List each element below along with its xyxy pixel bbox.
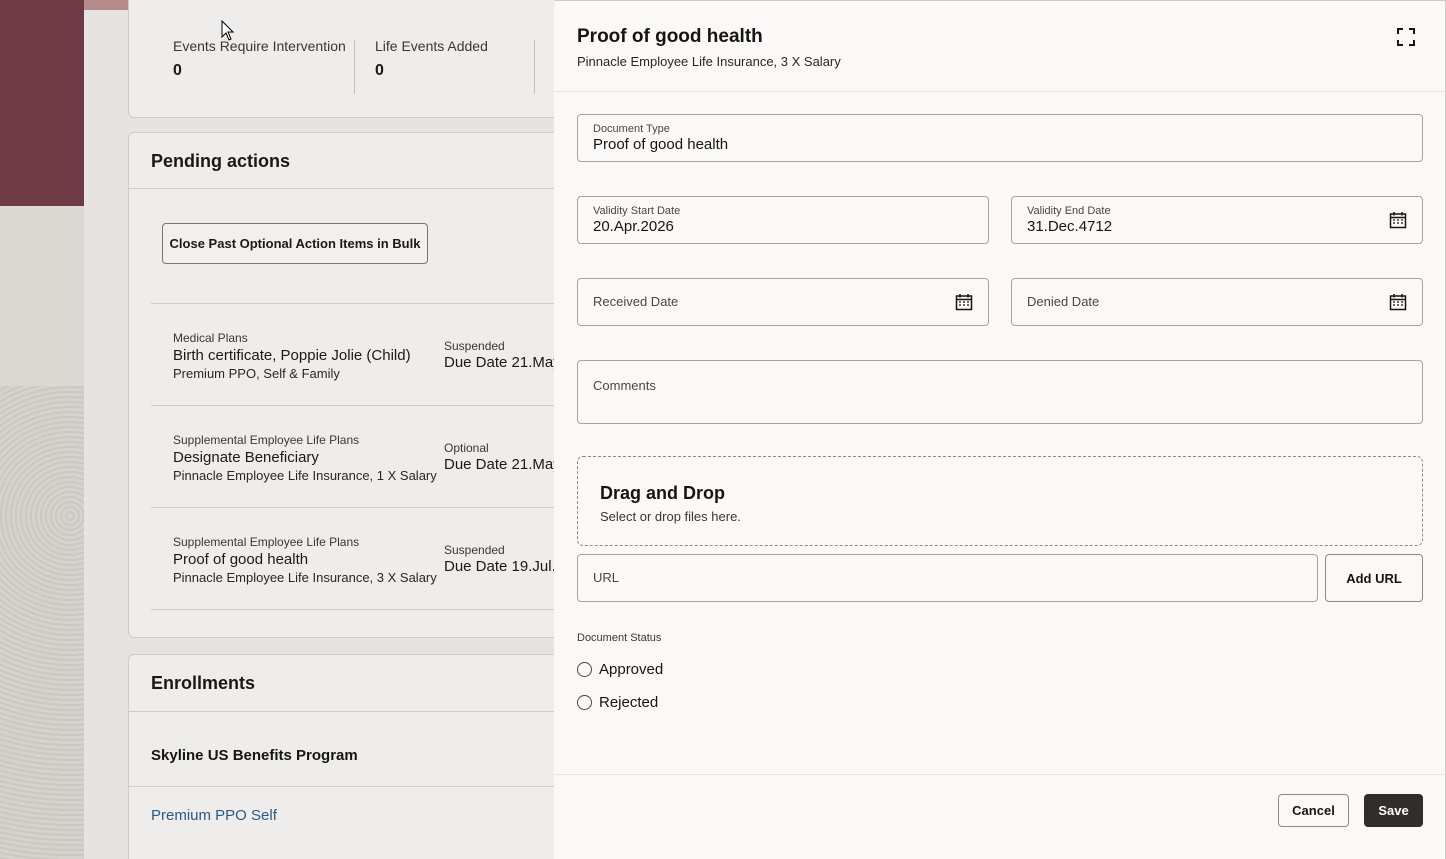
calendar-icon[interactable] [1389, 293, 1407, 311]
benefits-program-name: Skyline US Benefits Program [151, 747, 358, 764]
save-button[interactable]: Save [1364, 794, 1423, 827]
action-category: Supplemental Employee Life Plans [173, 535, 360, 549]
drawer-header: Proof of good health Pinnacle Employee L… [554, 1, 1445, 92]
divider [129, 786, 567, 787]
add-url-button[interactable]: Add URL [1325, 554, 1423, 602]
drawer-footer: Cancel Save [554, 774, 1445, 859]
radio-button[interactable] [577, 695, 592, 710]
calendar-icon[interactable] [955, 293, 973, 311]
metric-value: 0 [375, 62, 384, 79]
row-divider [151, 507, 567, 508]
drop-zone-subtitle: Select or drop files here. [600, 509, 741, 524]
close-bulk-button[interactable]: Close Past Optional Action Items in Bulk [162, 223, 428, 264]
field-label: Comments [593, 378, 656, 393]
metric-life-events-added[interactable]: Life Events Added 0 [375, 38, 488, 80]
mouse-cursor-icon [221, 20, 235, 41]
pending-action-row[interactable]: Supplemental Employee Life Plans Designa… [173, 433, 593, 483]
drop-zone-title: Drag and Drop [600, 483, 726, 503]
proof-document-drawer: Proof of good health Pinnacle Employee L… [554, 0, 1446, 859]
field-value: 20.Apr.2026 [593, 218, 674, 235]
action-status: Suspended [444, 543, 505, 557]
field-label: URL [593, 570, 620, 585]
field-label: Validity Start Date [593, 205, 681, 217]
validity-start-date-field[interactable]: Validity Start Date 20.Apr.2026 [577, 196, 989, 244]
plan-link[interactable]: Premium PPO Self [151, 807, 277, 824]
field-value: 31.Dec.4712 [1027, 218, 1113, 235]
divider [129, 188, 567, 189]
validity-end-date-field[interactable]: Validity End Date 31.Dec.4712 [1011, 196, 1423, 244]
pending-action-row[interactable]: Supplemental Employee Life Plans Proof o… [173, 535, 593, 585]
metric-label: Life Events Added [375, 38, 488, 54]
divider [129, 711, 567, 712]
row-divider [151, 303, 567, 304]
metric-divider [354, 40, 355, 94]
status-option-rejected[interactable]: Rejected [577, 694, 658, 711]
pending-actions-title: Pending actions [151, 151, 291, 171]
url-input[interactable]: URL [577, 554, 1318, 602]
action-status: Optional [444, 441, 489, 455]
field-label: Document Type [593, 123, 670, 135]
action-due-date: Due Date 21.May [444, 456, 561, 473]
enrollments-title: Enrollments [151, 673, 256, 693]
decorative-pattern [0, 386, 84, 859]
drawer-subtitle: Pinnacle Employee Life Insurance, 3 X Sa… [577, 54, 841, 69]
field-label: Denied Date [1027, 294, 1100, 309]
action-status: Suspended [444, 339, 505, 353]
field-label: Received Date [593, 294, 679, 309]
metric-label: Events Require Intervention [173, 38, 346, 54]
row-divider [151, 609, 567, 610]
file-drop-zone[interactable]: Drag and Drop Select or drop files here. [577, 456, 1423, 546]
action-due-date: Due Date 21.May [444, 354, 561, 371]
expand-icon[interactable] [1396, 27, 1416, 47]
radio-button[interactable] [577, 662, 592, 677]
comments-textarea[interactable]: Comments [577, 360, 1423, 424]
cancel-button[interactable]: Cancel [1278, 794, 1349, 827]
pending-actions-card: Pending actions Close Past Optional Acti… [128, 132, 568, 638]
field-value: Proof of good health [593, 136, 729, 153]
metric-value: 0 [173, 62, 182, 79]
radio-label: Rejected [599, 694, 659, 711]
received-date-field[interactable]: Received Date [577, 278, 989, 326]
metrics-card: Events Require Intervention 0 Life Event… [128, 0, 568, 118]
denied-date-field[interactable]: Denied Date [1011, 278, 1423, 326]
document-status-label: Document Status [577, 632, 662, 644]
action-due-date: Due Date 19.Jul. [444, 558, 556, 575]
field-label: Validity End Date [1027, 205, 1111, 217]
document-type-field[interactable]: Document Type Proof of good health [577, 114, 1423, 162]
action-category: Medical Plans [173, 331, 248, 345]
metric-divider [534, 40, 535, 94]
row-divider [151, 405, 567, 406]
metric-events-intervention[interactable]: Events Require Intervention 0 [173, 38, 346, 80]
pending-action-row[interactable]: Medical Plans Birth certificate, Poppie … [173, 331, 593, 381]
enrollments-card: Enrollments Skyline US Benefits Program … [128, 654, 568, 859]
drawer-title: Proof of good health [577, 26, 763, 47]
radio-label: Approved [599, 661, 664, 678]
action-category: Supplemental Employee Life Plans [173, 433, 360, 447]
calendar-icon[interactable] [1389, 211, 1407, 229]
status-option-approved[interactable]: Approved [577, 661, 663, 678]
